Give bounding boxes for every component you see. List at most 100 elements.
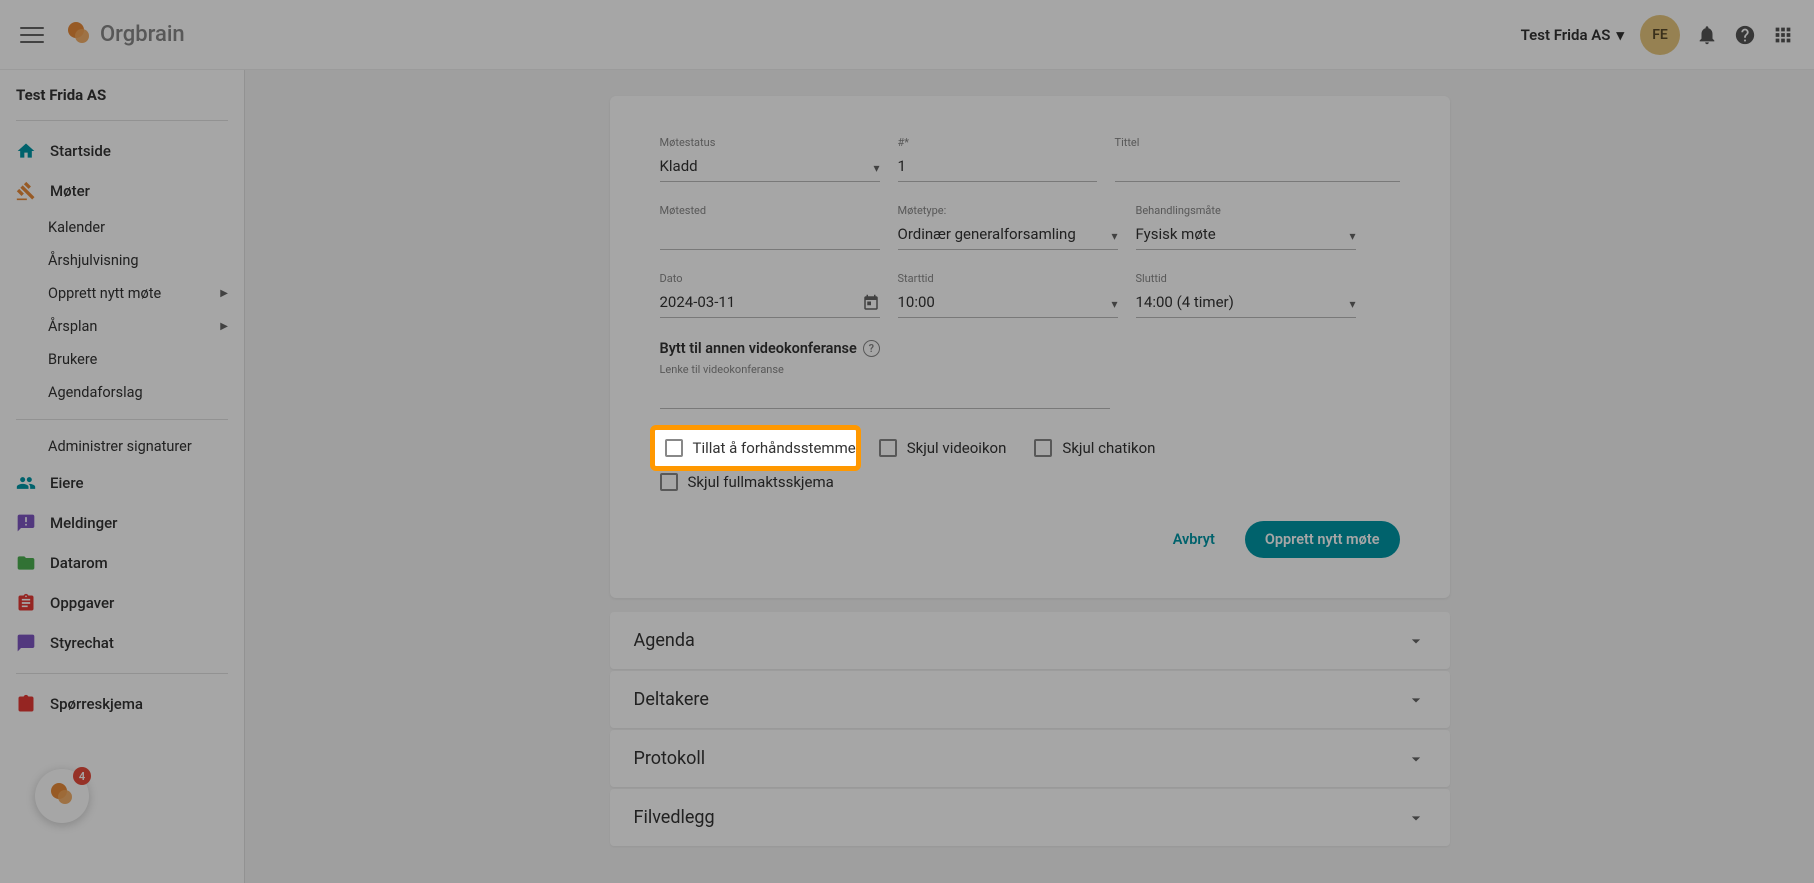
header: Orgbrain Test Frida AS ▾ FE	[0, 0, 1814, 70]
sidebar-item-styrechat[interactable]: Styrechat	[16, 623, 228, 663]
field-motetype[interactable]: Møtetype: Ordinær generalforsamling	[898, 204, 1118, 250]
checkbox-box[interactable]	[1034, 439, 1052, 457]
select-starttid[interactable]: 10:00	[898, 289, 1118, 318]
sidebar-item-datarom[interactable]: Datarom	[16, 543, 228, 583]
field-motestatus[interactable]: Møtestatus Kladd	[660, 136, 880, 182]
video-link-toggle[interactable]: Bytt til annen videokonferanse ?	[660, 340, 1400, 357]
checkbox-row: Tillat å forhåndsstemme Tillat å forhånd…	[660, 439, 1400, 457]
sidebar-sub-agenda[interactable]: Agendaforslag	[16, 376, 228, 409]
label-motestatus: Møtestatus	[660, 136, 880, 149]
field-lenke-video: Lenke til videokonferanse	[660, 363, 1110, 409]
sidebar-item-label: Oppgaver	[50, 594, 114, 612]
create-button[interactable]: Opprett nytt møte	[1245, 521, 1400, 558]
panel-deltakere[interactable]: Deltakere	[610, 671, 1450, 728]
select-motetype[interactable]: Ordinær generalforsamling	[898, 221, 1118, 250]
input-dato[interactable]	[660, 289, 880, 318]
chevron-right-icon: ▶	[220, 288, 228, 299]
checkbox-label: Skjul videoikon	[907, 439, 1007, 457]
field-starttid[interactable]: Starttid 10:00	[898, 272, 1118, 318]
gavel-icon	[16, 181, 36, 201]
header-right: Test Frida AS ▾ FE	[1521, 15, 1794, 55]
panel-title: Protokoll	[634, 748, 706, 769]
people-icon	[16, 473, 36, 493]
checkbox-chatikon[interactable]: Skjul chatikon	[1034, 439, 1155, 457]
label-number: #*	[898, 136, 1097, 149]
logo[interactable]: Orgbrain	[64, 20, 185, 50]
sidebar-sub-opprett[interactable]: Opprett nytt møte▶	[16, 277, 228, 310]
menu-icon[interactable]	[20, 23, 44, 47]
sidebar-item-oppgaver[interactable]: Oppgaver	[16, 583, 228, 623]
input-lenke-video[interactable]	[660, 380, 1110, 409]
bell-icon[interactable]	[1696, 24, 1718, 46]
select-behandling[interactable]: Fysisk møte	[1136, 221, 1356, 250]
help-icon[interactable]	[1734, 24, 1756, 46]
org-name: Test Frida AS	[1521, 26, 1611, 44]
apps-icon[interactable]	[1772, 24, 1794, 46]
main: Test Frida AS Startside Møter Kalender Å…	[0, 70, 1814, 883]
checkbox-box[interactable]	[879, 439, 897, 457]
clipboard-icon	[16, 694, 36, 714]
panel-agenda[interactable]: Agenda	[610, 612, 1450, 669]
sidebar-sub-kalender[interactable]: Kalender	[16, 211, 228, 244]
divider	[16, 120, 228, 121]
panel-protokoll[interactable]: Protokoll	[610, 730, 1450, 787]
field-behandling[interactable]: Behandlingsmåte Fysisk møte	[1136, 204, 1356, 250]
select-sluttid[interactable]: 14:00 (4 timer)	[1136, 289, 1356, 318]
message-icon	[16, 513, 36, 533]
sidebar-item-eiere[interactable]: Eiere	[16, 463, 228, 503]
folder-icon	[16, 553, 36, 573]
checkbox-fullmakt[interactable]: Skjul fullmaktsskjema	[660, 473, 834, 491]
input-tittel[interactable]	[1115, 153, 1400, 182]
help-icon[interactable]: ?	[863, 340, 880, 357]
highlight-box: Tillat å forhåndsstemme	[650, 425, 861, 471]
sidebar-item-label: Styrechat	[50, 634, 114, 652]
cancel-button[interactable]: Avbryt	[1159, 521, 1229, 558]
label-motested: Møtested	[660, 204, 880, 217]
field-dato: Dato	[660, 272, 880, 318]
label-motetype: Møtetype:	[898, 204, 1118, 217]
input-motested[interactable]	[660, 221, 880, 250]
panel-filvedlegg[interactable]: Filvedlegg	[610, 789, 1450, 846]
chevron-down-icon	[1406, 808, 1426, 828]
sidebar-item-meldinger[interactable]: Meldinger	[16, 503, 228, 543]
label-sluttid: Sluttid	[1136, 272, 1356, 285]
logo-text: Orgbrain	[100, 22, 185, 47]
field-motested: Møtested	[660, 204, 880, 250]
sidebar: Test Frida AS Startside Møter Kalender Å…	[0, 70, 245, 883]
sidebar-item-sporreskjema[interactable]: Spørreskjema	[16, 684, 228, 724]
panel-title: Agenda	[634, 630, 695, 651]
content-inner: Møtestatus Kladd #* Tittel Møtested	[610, 96, 1450, 857]
divider	[16, 673, 228, 674]
sidebar-item-startside[interactable]: Startside	[16, 131, 228, 171]
panel-title: Filvedlegg	[634, 807, 715, 828]
sidebar-item-label: Møter	[50, 182, 90, 200]
meeting-form-card: Møtestatus Kladd #* Tittel Møtested	[610, 96, 1450, 598]
chat-icon	[16, 633, 36, 653]
org-switcher[interactable]: Test Frida AS ▾	[1521, 26, 1624, 44]
chat-widget[interactable]: 4	[35, 769, 89, 823]
label-starttid: Starttid	[898, 272, 1118, 285]
checkbox-label: Skjul fullmaktsskjema	[688, 473, 834, 491]
sidebar-item-label: Datarom	[50, 554, 108, 572]
field-number: #*	[898, 136, 1097, 182]
label-tittel: Tittel	[1115, 136, 1400, 149]
chat-badge: 4	[73, 767, 91, 785]
chat-widget-icon	[47, 781, 77, 811]
tasks-icon	[16, 593, 36, 613]
input-number[interactable]	[898, 153, 1097, 182]
avatar[interactable]: FE	[1640, 15, 1680, 55]
sidebar-sub-brukere[interactable]: Brukere	[16, 343, 228, 376]
checkbox-videoikon[interactable]: Skjul videoikon	[879, 439, 1007, 457]
select-motestatus[interactable]: Kladd	[660, 153, 880, 182]
checkbox-box[interactable]	[665, 439, 683, 457]
sidebar-sub-arsplan[interactable]: Årsplan▶	[16, 310, 228, 343]
sidebar-sub-signaturer[interactable]: Administrer signaturer	[16, 430, 228, 463]
checkbox-forhands[interactable]: Tillat å forhåndsstemme Tillat å forhånd…	[660, 439, 851, 457]
checkbox-box[interactable]	[660, 473, 678, 491]
checkbox-row-2: Skjul fullmaktsskjema	[660, 473, 1400, 491]
sidebar-sub-arshjul[interactable]: Årshjulvisning	[16, 244, 228, 277]
calendar-icon[interactable]	[862, 294, 880, 312]
field-sluttid[interactable]: Sluttid 14:00 (4 timer)	[1136, 272, 1356, 318]
chevron-right-icon: ▶	[220, 321, 228, 332]
sidebar-item-moter[interactable]: Møter	[16, 171, 228, 211]
